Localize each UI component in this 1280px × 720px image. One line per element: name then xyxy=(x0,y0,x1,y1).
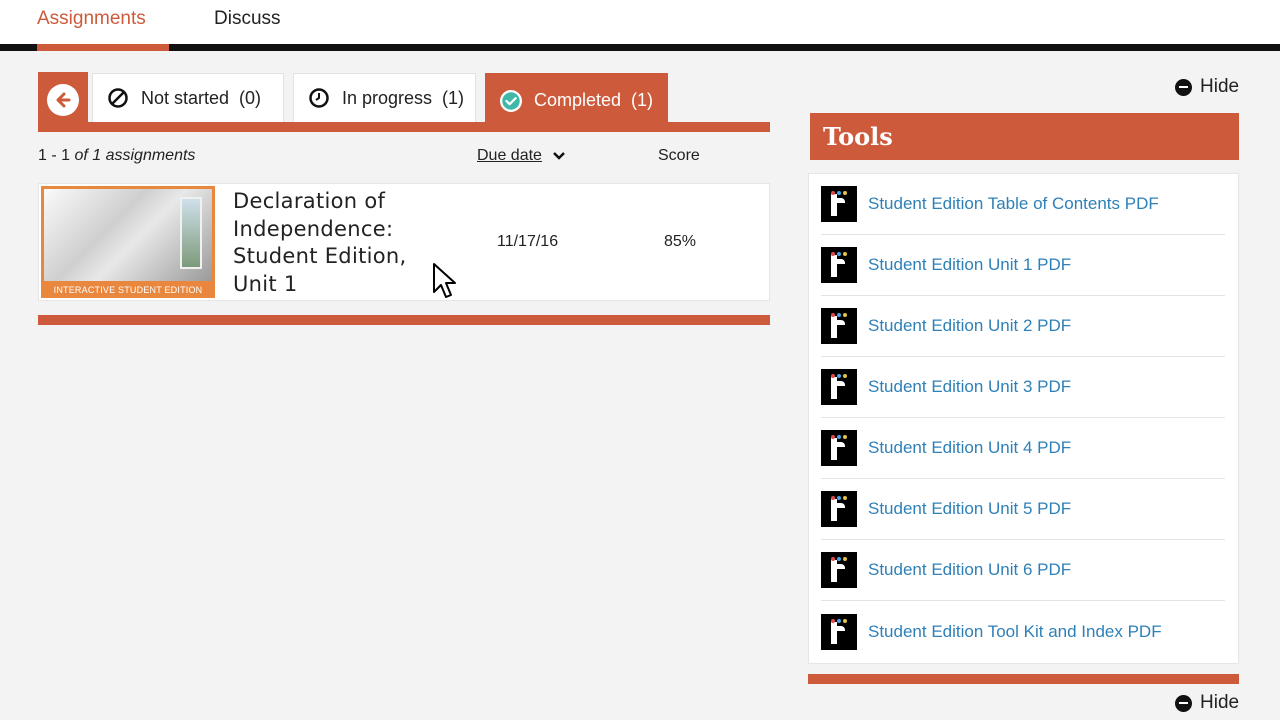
filter-label: In progress xyxy=(342,87,433,108)
hide-label: Hide xyxy=(1200,692,1240,713)
reader-app-icon xyxy=(821,430,857,466)
reader-app-icon xyxy=(821,613,857,650)
filter-label: Not started xyxy=(141,87,230,108)
filter-in-progress[interactable]: In progress (1) xyxy=(293,73,476,122)
tool-item[interactable]: Student Edition Unit 2 PDF xyxy=(821,296,1225,357)
tool-item[interactable]: Student Edition Table of Contents PDF xyxy=(821,174,1225,235)
assignment-title[interactable]: Declaration of Independence: Student Edi… xyxy=(233,188,433,298)
assignment-due-date: 11/17/16 xyxy=(497,233,559,250)
tool-link[interactable]: Student Edition Unit 5 PDF xyxy=(868,499,1071,519)
tool-item[interactable]: Student Edition Unit 4 PDF xyxy=(821,418,1225,479)
mouse-pointer-icon xyxy=(433,263,456,298)
ban-icon xyxy=(107,87,129,109)
tools-divider xyxy=(808,674,1239,684)
tool-link[interactable]: Student Edition Unit 6 PDF xyxy=(868,560,1071,580)
score-header: Score xyxy=(658,147,700,164)
list-divider xyxy=(38,315,770,325)
reader-app-icon xyxy=(821,491,857,527)
reader-app-icon xyxy=(821,247,857,283)
filter-label: Completed xyxy=(534,90,622,110)
assignment-thumbnail: INTERACTIVE STUDENT EDITION xyxy=(41,186,215,298)
hide-tools-button-top[interactable]: Hide xyxy=(1175,76,1239,98)
tool-link[interactable]: Student Edition Unit 2 PDF xyxy=(868,316,1071,336)
nav-divider xyxy=(0,44,1280,51)
top-nav: Assignments Discuss xyxy=(0,0,1280,45)
check-circle-icon xyxy=(500,89,522,112)
tool-link[interactable]: Student Edition Unit 1 PDF xyxy=(868,255,1071,275)
clock-icon xyxy=(308,87,330,109)
tool-item[interactable]: Student Edition Unit 6 PDF xyxy=(821,540,1225,601)
tool-item[interactable]: Student Edition Unit 3 PDF xyxy=(821,357,1225,418)
assignment-count: 1 - 1 of 1 assignments xyxy=(38,147,195,165)
tool-link[interactable]: Student Edition Unit 4 PDF xyxy=(868,438,1071,458)
thumbnail-image xyxy=(44,189,212,281)
assignment-row[interactable]: INTERACTIVE STUDENT EDITION Declaration … xyxy=(38,183,770,301)
reader-app-icon xyxy=(821,186,857,222)
minus-circle-icon xyxy=(1175,78,1192,96)
hide-label: Hide xyxy=(1200,76,1240,97)
range-text: 1 - 1 xyxy=(38,147,71,164)
assignment-score: 85% xyxy=(664,233,697,250)
active-tab-indicator xyxy=(37,44,169,51)
hide-tools-button-bottom[interactable]: Hide xyxy=(1175,692,1239,714)
of-text: of 1 assignments xyxy=(74,147,196,164)
filter-completed[interactable]: Completed (1) xyxy=(485,73,668,127)
tools-title: Tools xyxy=(810,113,1239,160)
filter-count: (1) xyxy=(442,87,465,108)
sort-due-date[interactable]: Due date xyxy=(477,147,566,165)
tool-item[interactable]: Student Edition Unit 5 PDF xyxy=(821,479,1225,540)
chevron-down-icon xyxy=(553,152,565,160)
thumbnail-label: INTERACTIVE STUDENT EDITION xyxy=(53,285,203,295)
filter-count: (1) xyxy=(631,90,654,110)
tab-discuss[interactable]: Discuss xyxy=(214,8,281,30)
tools-panel: Student Edition Table of Contents PDF St… xyxy=(808,173,1239,664)
tool-link[interactable]: Student Edition Tool Kit and Index PDF xyxy=(868,622,1162,642)
filter-not-started[interactable]: Not started (0) xyxy=(92,73,284,122)
back-button[interactable] xyxy=(38,72,88,127)
arrow-left-icon xyxy=(47,83,79,116)
reader-app-icon xyxy=(821,308,857,344)
reader-app-icon xyxy=(821,369,857,405)
tool-item[interactable]: Student Edition Unit 1 PDF xyxy=(821,235,1225,296)
tool-link[interactable]: Student Edition Unit 3 PDF xyxy=(868,377,1071,397)
window-graphic xyxy=(180,197,202,269)
reader-app-icon xyxy=(821,552,857,588)
due-date-header: Due date xyxy=(477,147,542,164)
filter-divider xyxy=(38,122,770,132)
filter-count: (0) xyxy=(239,87,262,108)
minus-circle-icon xyxy=(1175,694,1192,712)
tool-link[interactable]: Student Edition Table of Contents PDF xyxy=(868,194,1159,214)
tool-item[interactable]: Student Edition Tool Kit and Index PDF xyxy=(821,601,1225,662)
tab-assignments[interactable]: Assignments xyxy=(37,8,146,30)
